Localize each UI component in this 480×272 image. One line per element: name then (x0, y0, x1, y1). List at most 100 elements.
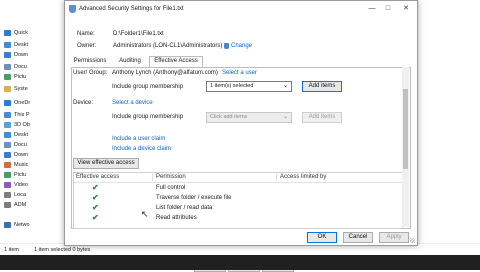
name-value: D:\Folder1\File1.txt (113, 31, 164, 37)
tab-permissions[interactable]: Permissions (71, 57, 109, 66)
change-owner-link[interactable]: Change (231, 43, 252, 49)
sidebar-item[interactable]: 3D Ob (4, 120, 30, 130)
sidebar-item[interactable]: Pictu (4, 72, 27, 82)
tab-auditing[interactable]: Auditing (113, 57, 147, 66)
folder-icon (4, 52, 11, 58)
table-row[interactable]: ✔ Full control (74, 183, 402, 193)
sidebar-item[interactable]: Docu (4, 62, 27, 72)
sidebar-item[interactable]: Quick (4, 28, 29, 38)
permission-cell: Full control (156, 185, 186, 191)
dialog-title: Advanced Security Settings for File1.txt (79, 6, 184, 12)
sidebar-item[interactable]: Syste (4, 84, 28, 94)
sidebar-item[interactable]: ADM (4, 200, 27, 210)
device-select-placeholder: Click add items (210, 114, 248, 120)
permission-cell: Traverse folder / execute file (156, 195, 232, 201)
device-add-items-button: Add items (302, 112, 342, 123)
select-device-link[interactable]: Select a device (112, 100, 153, 106)
device-label: Device: (73, 100, 94, 106)
add-items-button[interactable]: Add items (302, 81, 342, 92)
minimize-icon[interactable]: — (365, 4, 379, 14)
folder-icon (4, 162, 11, 168)
column-divider (276, 174, 277, 181)
folder-icon (4, 132, 11, 138)
maximize-icon[interactable]: □ (381, 4, 395, 14)
sidebar-item-label: Pictu (14, 74, 27, 80)
sidebar-item[interactable]: Down (4, 50, 28, 60)
name-label: Name: (77, 31, 95, 37)
sidebar-item[interactable]: OneDr (4, 98, 30, 108)
chevron-down-icon-disabled: ⌄ (282, 114, 288, 120)
user-group-select[interactable]: 1 item(s) selected ⌄ (206, 81, 292, 92)
mouse-cursor-icon: ↖ (141, 209, 149, 219)
taskbar (0, 255, 480, 270)
sidebar-item-label: Pictu (14, 172, 27, 178)
sidebar-item[interactable]: Music (4, 160, 29, 170)
checkmark-icon: ✔ (92, 203, 99, 212)
table-row[interactable]: ✔ Traverse folder / execute file (74, 193, 402, 203)
header-effective-access[interactable]: Effective access (76, 174, 119, 180)
device-group-select: Click add items ⌄ (206, 112, 292, 123)
sidebar-item-label: ADM (14, 202, 27, 208)
header-access-limited-by[interactable]: Access limited by (280, 174, 326, 180)
sidebar-item[interactable]: Deskt (4, 130, 29, 140)
sidebar-item[interactable]: Video (4, 180, 28, 190)
include-device-claim-link[interactable]: Include a device claim (112, 146, 171, 152)
folder-icon (4, 192, 11, 198)
permission-cell: List folder / read data (156, 205, 213, 211)
view-effective-access-button[interactable]: View effective access (73, 158, 139, 169)
folder-icon (4, 64, 11, 70)
checkmark-icon: ✔ (92, 213, 99, 222)
sidebar-item-label: This P (14, 112, 30, 118)
sidebar-item[interactable]: This P (4, 110, 30, 120)
sidebar-item[interactable]: Deskt (4, 40, 29, 50)
folder-icon (4, 122, 11, 128)
sidebar-item[interactable]: Pictu (4, 170, 27, 180)
sidebar-item-label: 3D Ob (14, 122, 30, 128)
device-group-label: Include group membership (112, 114, 184, 120)
include-user-claim-link[interactable]: Include a user claim (112, 136, 165, 142)
navigation-pane: Quick Deskt Down Docu Pictu Syste OneDr This P 3… (0, 0, 64, 255)
chevron-down-icon: ⌄ (282, 83, 288, 89)
folder-icon (4, 30, 11, 36)
sidebar-item[interactable]: Loca (4, 190, 26, 200)
select-user-link[interactable]: Select a user (222, 70, 257, 76)
sidebar-item[interactable]: Docu (4, 140, 27, 150)
shield-change-icon (224, 43, 229, 49)
shield-icon (69, 5, 76, 13)
owner-label: Owner: (77, 43, 97, 49)
folder-icon (4, 182, 11, 188)
panel-scrollbar[interactable] (402, 67, 409, 227)
sidebar-item-label: Deskt (14, 132, 29, 138)
sidebar-item[interactable]: Down (4, 150, 28, 160)
ok-button[interactable]: OK (307, 232, 337, 243)
effective-access-panel: User/ Group: Anthony Lynch (Anthony@alfa… (71, 67, 411, 229)
sidebar-item-label: Music (14, 162, 29, 168)
folder-icon (4, 42, 11, 48)
folder-icon (4, 202, 11, 208)
user-group-value: Anthony Lynch (Anthony@alfatum.com) (112, 70, 218, 76)
column-divider (152, 174, 153, 181)
resize-grip[interactable] (410, 238, 415, 243)
header-permission[interactable]: Permission (156, 174, 186, 180)
folder-icon (4, 74, 11, 80)
table-row[interactable]: ✔ Read attributes (74, 213, 402, 223)
sidebar-item-label: Loca (14, 192, 26, 198)
folder-icon (4, 112, 11, 118)
folder-icon (4, 86, 11, 92)
dialog-titlebar: Advanced Security Settings for File1.txt… (65, 1, 417, 18)
table-header-row: Effective access Permission Access limit… (74, 173, 402, 183)
sidebar-item-label: Docu (14, 64, 27, 70)
sidebar-item-label: Deskt (14, 42, 29, 48)
table-row[interactable]: ✔ List folder / read data (74, 203, 402, 213)
cancel-button[interactable]: Cancel (343, 232, 373, 243)
sidebar-item[interactable]: Netwo (4, 220, 30, 230)
scrollbar-thumb[interactable] (403, 89, 408, 169)
user-group-select-value: 1 item(s) selected (210, 83, 254, 89)
user-group-label: User/ Group: (73, 70, 108, 76)
owner-value: Administrators (LON-CL1\Administrators) (113, 43, 223, 49)
sidebar-item-label: Quick (14, 30, 29, 36)
apply-button[interactable]: Apply (379, 232, 409, 243)
close-icon[interactable]: ✕ (399, 4, 413, 14)
tab-effective-access[interactable]: Effective Access (149, 56, 203, 67)
folder-icon (4, 222, 11, 228)
